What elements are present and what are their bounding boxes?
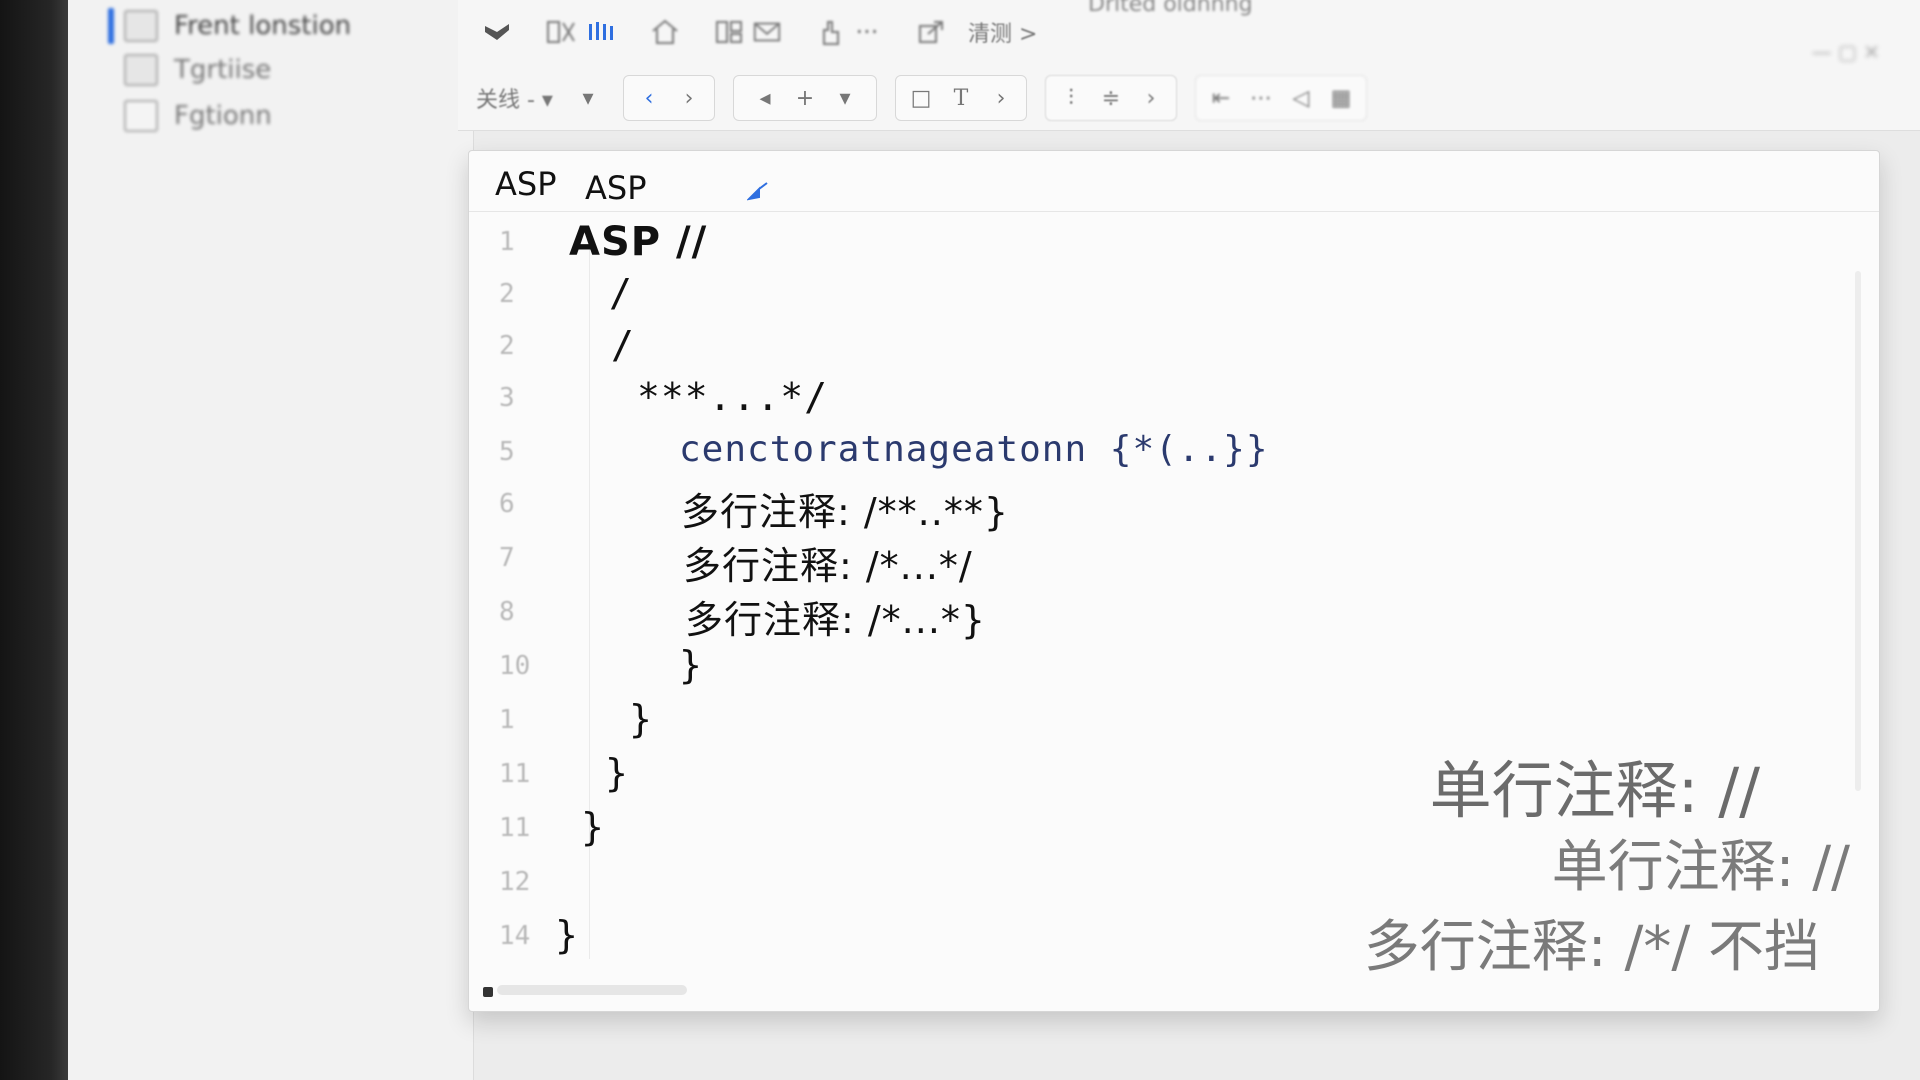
code-text: ***...*/	[637, 375, 829, 419]
toolbar: Drlted oldnnng ··· 清测 > 关线 - ▾ ▾ ‹ › ◂ +…	[458, 0, 1920, 131]
code-line: 5 cenctoratnageatonn {*(..}}	[469, 427, 1849, 479]
sidebar-item-frent-lonstion[interactable]: Frent lonstion	[104, 4, 434, 48]
line-number: 1	[499, 227, 515, 257]
code-text: /	[609, 271, 633, 315]
shape-group: □ T ›	[894, 75, 1027, 121]
chevron-down-icon[interactable]: ▾	[571, 80, 605, 116]
code-text: 多行注释: /**..**}	[681, 490, 1010, 534]
sidebar-item-label: Fgtionn	[174, 101, 272, 131]
code-line: 2 /	[469, 321, 1849, 373]
sidebar-item-tgrtiise[interactable]: Tgrtiise	[104, 48, 434, 92]
layout-icon[interactable]	[714, 18, 744, 46]
line-number: 7	[499, 543, 515, 573]
history-group: ‹ ›	[622, 75, 715, 121]
box-icon[interactable]: □	[904, 80, 938, 116]
horizontal-scrollbar[interactable]	[497, 985, 687, 995]
code-text: }	[629, 697, 653, 741]
code-text: cenctoratnageatonn {*(..}}	[679, 429, 1269, 470]
align-icon[interactable]: ⫶	[1054, 80, 1088, 116]
sidebar-item-label: Tgrtiise	[174, 55, 272, 85]
export-icon[interactable]	[916, 18, 946, 46]
tab-asp-2[interactable]: ASP	[585, 169, 647, 207]
line-number: 1	[499, 705, 515, 735]
bookmark-icon[interactable]	[482, 18, 512, 46]
code-line: 3 ***...*/	[469, 373, 1849, 425]
indent-icon[interactable]: ›	[1134, 80, 1168, 116]
line-number: 6	[499, 489, 515, 519]
line-number: 5	[499, 437, 515, 467]
line-number: 14	[499, 921, 531, 951]
code-text: }	[581, 805, 605, 849]
line-number: 2	[499, 331, 515, 361]
line-number: 8	[499, 597, 515, 627]
code-text: }	[605, 751, 629, 795]
format-icon[interactable]	[546, 18, 576, 46]
line-number: 10	[499, 651, 531, 681]
dropdown-icon[interactable]: ▾	[828, 80, 862, 116]
distribute-icon[interactable]: ≑	[1094, 80, 1128, 116]
grid-icon	[124, 54, 158, 86]
line-number: 12	[499, 867, 531, 897]
home-icon[interactable]	[650, 18, 680, 46]
back-icon[interactable]: ‹	[632, 80, 666, 116]
code-line: 7 多行注释: /*...*/	[469, 533, 1849, 588]
page-icon	[124, 100, 158, 132]
code-line: 8 多行注释: /*...*}	[469, 587, 1849, 642]
code-text: 多行注释: /*...*/	[683, 544, 973, 588]
sidebar: Frent lonstion Tgrtiise Fgtionn	[68, 0, 474, 1080]
code-text: ASP //	[569, 219, 708, 265]
main-area: Drlted oldnnng ··· 清测 > 关线 - ▾ ▾ ‹ › ◂ +…	[458, 0, 1920, 1080]
spacing-icon[interactable]: ⋯	[1244, 80, 1278, 116]
code-line: 1 ASP //	[469, 217, 1849, 269]
prev-icon[interactable]: ◂	[748, 80, 782, 116]
text-icon[interactable]: T	[944, 80, 978, 116]
line-number: 11	[499, 759, 531, 789]
window-title: Drlted oldnnng	[1088, 0, 1253, 17]
scroll-indicator	[483, 987, 493, 997]
misc-group: ⇤ ⋯ ◁ ▦	[1194, 75, 1367, 121]
bars-icon[interactable]	[586, 18, 616, 46]
line-number: 11	[499, 813, 531, 843]
code-line: 2 /	[469, 269, 1849, 321]
more-icon[interactable]: ···	[852, 18, 882, 46]
align-group: ⫶ ≑ ›	[1044, 75, 1177, 121]
toolbar-label[interactable]: 清测 >	[968, 16, 1037, 48]
table-icon[interactable]: ▦	[1324, 80, 1358, 116]
toolbar-row-2: 关线 - ▾ ▾ ‹ › ◂ + ▾ □ T › ⫶ ≑ › ⇤ ⋯ ◁ ▦	[476, 72, 1367, 124]
add-icon[interactable]: +	[788, 80, 822, 116]
forward-icon[interactable]: ›	[672, 80, 706, 116]
toolbar-row-1: ··· 清测 >	[482, 6, 1037, 58]
pin-icon[interactable]	[745, 181, 769, 207]
line-style-dropdown[interactable]: 关线 - ▾	[476, 82, 553, 114]
hand-icon[interactable]	[816, 18, 846, 46]
outdent-icon[interactable]: ⇤	[1204, 80, 1238, 116]
code-text: }	[555, 913, 579, 957]
sidebar-item-label: Frent lonstion	[174, 11, 352, 41]
document-icon	[124, 10, 158, 42]
line-number: 3	[499, 383, 515, 413]
next-icon[interactable]: ›	[984, 80, 1018, 116]
tab-asp-1[interactable]: ASP	[495, 165, 557, 203]
caption-line-1: 单行注释: //	[1429, 754, 1760, 827]
window-controls[interactable]: — ▢ ✕	[1812, 40, 1880, 64]
code-line: 6 多行注释: /**..**}	[469, 479, 1849, 534]
code-line: 10 }	[469, 641, 1849, 693]
code-text: /	[611, 323, 635, 367]
insert-group: ◂ + ▾	[732, 75, 877, 121]
tab-bar: ASP ASP	[469, 151, 1879, 212]
active-indicator	[108, 8, 114, 44]
screen-bezel	[0, 0, 68, 1080]
line-number: 2	[499, 279, 515, 309]
vertical-scrollbar[interactable]	[1855, 271, 1861, 791]
sidebar-item-fgtionn[interactable]: Fgtionn	[104, 94, 434, 138]
code-text: 多行注释: /*...*}	[685, 598, 987, 642]
caption-line-3: 多行注释: /*/ 不挡	[1363, 915, 1820, 980]
code-text: }	[679, 643, 703, 687]
caption-line-2: 单行注释: //	[1551, 835, 1850, 900]
mail-icon[interactable]	[752, 18, 782, 46]
misc-icon[interactable]: ◁	[1284, 80, 1318, 116]
